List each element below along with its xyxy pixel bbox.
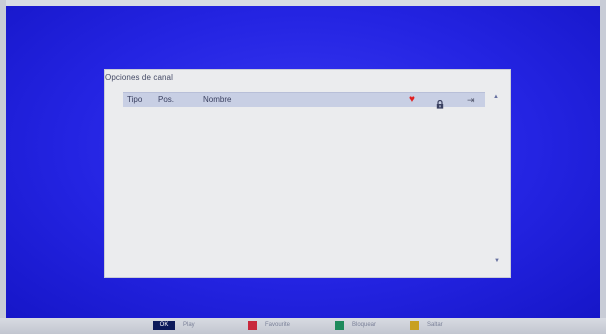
ok-key: OK	[153, 321, 175, 330]
panel-title: Opciones de canal	[105, 73, 173, 82]
lock-icon	[436, 96, 444, 109]
column-header-tipo: Tipo	[127, 95, 143, 104]
channel-options-panel: Opciones de canal Tipo Pos. Nombre ♥ ⇥ ▲…	[104, 69, 511, 278]
green-key	[335, 321, 344, 330]
channel-list-header[interactable]: Tipo Pos. Nombre ♥ ⇥	[123, 92, 485, 109]
tv-bezel-right	[600, 0, 606, 334]
scroll-down-icon[interactable]: ▼	[494, 258, 500, 264]
footer-legend-bar: OK Play Favourite Bloquear Saltar	[0, 318, 606, 334]
yellow-key	[410, 321, 419, 330]
scroll-up-icon[interactable]: ▲	[493, 94, 499, 100]
heart-icon: ♥	[409, 94, 415, 105]
column-header-nombre: Nombre	[203, 95, 232, 104]
legend-label-bloquear: Bloquear	[352, 322, 377, 328]
red-key	[248, 321, 257, 330]
legend-label-play: Play	[183, 322, 195, 328]
column-header-pos: Pos.	[158, 95, 175, 104]
skip-icon: ⇥	[467, 95, 475, 105]
legend-label-favourite: Favourite	[265, 322, 291, 328]
legend-label-saltar: Saltar	[427, 322, 443, 328]
